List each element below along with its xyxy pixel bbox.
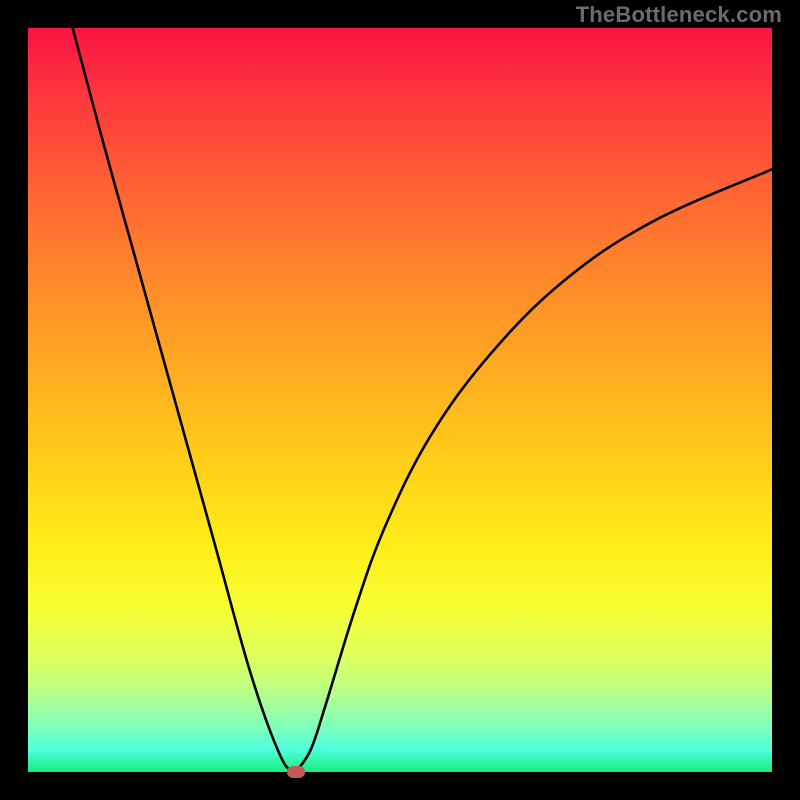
curve-svg xyxy=(28,28,772,772)
watermark-text: TheBottleneck.com xyxy=(576,2,782,28)
min-marker xyxy=(287,766,305,778)
curve-left xyxy=(73,28,296,772)
curve-right xyxy=(296,169,772,772)
chart-frame: TheBottleneck.com xyxy=(0,0,800,800)
plot-area xyxy=(28,28,772,772)
